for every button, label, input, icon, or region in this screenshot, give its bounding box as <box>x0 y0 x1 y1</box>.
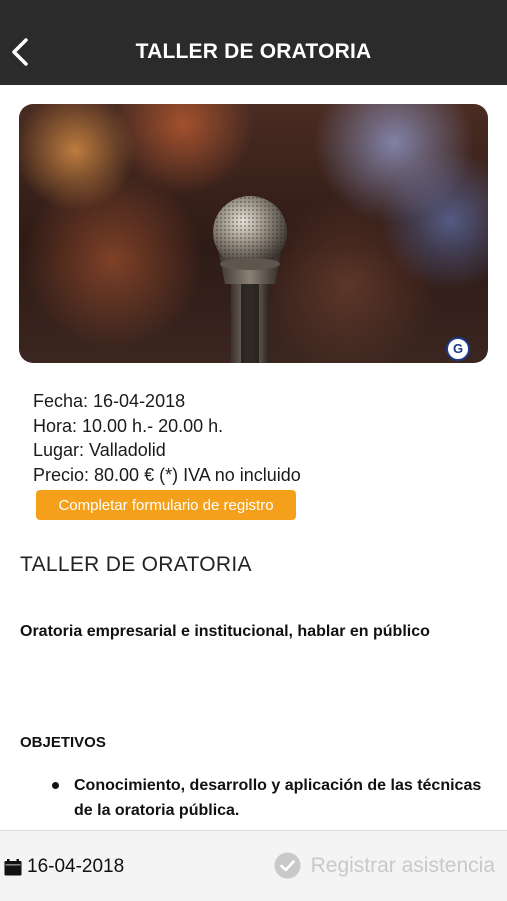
content-title: TALLER DE ORATORIA <box>20 553 252 576</box>
objectives-list: Conocimiento, desarrollo y aplicación de… <box>20 773 490 823</box>
calendar-icon <box>4 858 22 875</box>
microphone-image <box>213 196 287 363</box>
list-item: Conocimiento, desarrollo y aplicación de… <box>20 773 490 823</box>
event-price: Precio: 80.00 € (*) IVA no incluido <box>33 464 301 485</box>
top-bar: TALLER DE ORATORIA <box>0 0 507 85</box>
event-place: Lugar: Valladolid <box>33 440 166 460</box>
event-date: Fecha: 16-04-2018 <box>33 391 186 411</box>
event-image: G <box>19 104 488 363</box>
register-attendance-label: Registrar asistencia <box>310 853 495 877</box>
objectives-heading: OBJETIVOS <box>20 734 106 751</box>
footer-date: 16-04-2018 <box>4 856 124 878</box>
objective-text: Conocimiento, desarrollo y aplicación de… <box>74 777 482 819</box>
page-title: TALLER DE ORATORIA <box>135 40 372 63</box>
bullet-icon <box>52 782 59 789</box>
google-badge-icon: G <box>446 337 470 361</box>
registration-form-button[interactable]: Completar formulario de registro <box>36 490 296 520</box>
check-circle-icon <box>274 852 301 879</box>
footer-date-text: 16-04-2018 <box>27 856 125 877</box>
register-attendance-button[interactable]: Registrar asistencia <box>274 852 495 879</box>
content-subtitle: Oratoria empresarial e institucional, ha… <box>20 623 430 640</box>
bottom-bar: 16-04-2018 Registrar asistencia <box>0 830 507 901</box>
event-details: Fecha: 16-04-2018 Hora: 10.00 h.- 20.00 … <box>33 389 301 487</box>
event-time: Hora: 10.00 h.- 20.00 h. <box>33 415 224 436</box>
